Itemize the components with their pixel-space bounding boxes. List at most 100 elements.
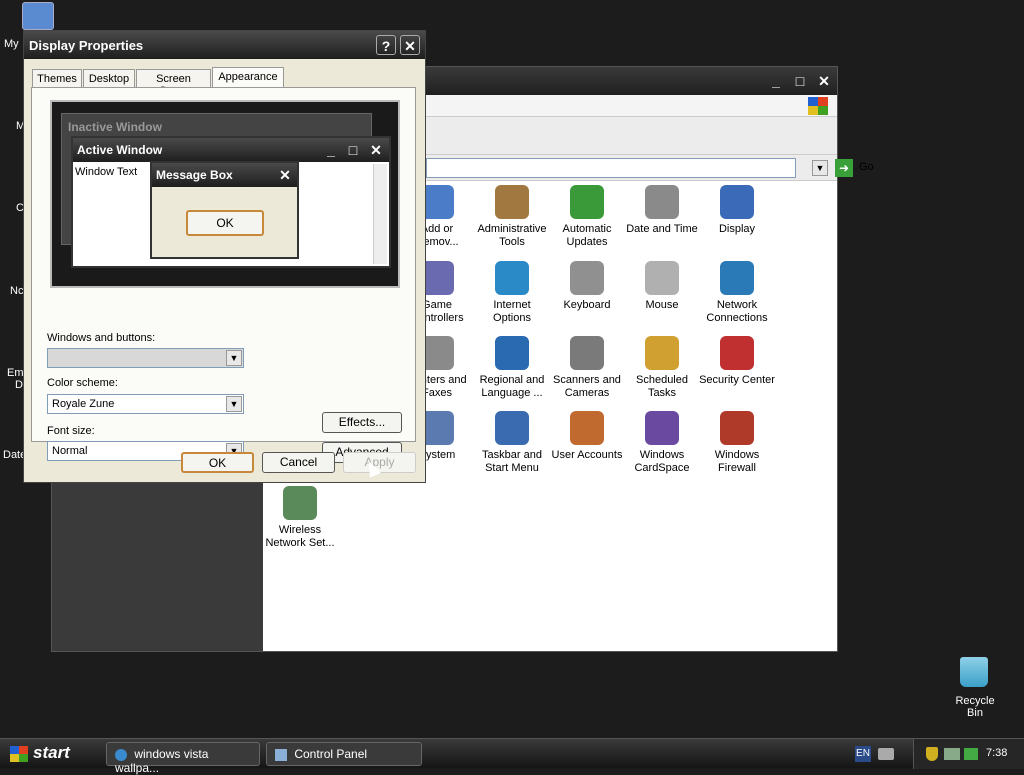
address-input[interactable] xyxy=(426,158,796,178)
control-panel-item[interactable]: Scanners and Cameras xyxy=(548,336,626,400)
desktop-partial-label: Nc xyxy=(10,285,24,297)
control-panel-item[interactable]: Date and Time xyxy=(623,185,701,236)
start-button[interactable]: start xyxy=(0,739,92,769)
control-panel-item-label: Wireless Network Set... xyxy=(265,524,335,549)
close-button[interactable]: ✕ xyxy=(814,71,834,91)
keyboard-icon[interactable] xyxy=(878,748,894,760)
cancel-button[interactable]: Cancel xyxy=(262,452,335,473)
windows-logo-icon xyxy=(10,746,28,762)
control-panel-item-label: Date and Time xyxy=(626,223,698,235)
message-box-title: Message Box xyxy=(156,168,233,182)
control-panel-item-label: Scheduled Tasks xyxy=(636,374,688,399)
desktop-icon-recycle-bin[interactable]: Recycle Bin xyxy=(940,655,1010,719)
color-scheme-select[interactable]: Royale Zune ▼ xyxy=(47,394,244,414)
control-panel-item-label: Keyboard xyxy=(563,299,611,311)
minimize-button[interactable]: _ xyxy=(766,71,786,91)
network-connections-icon xyxy=(720,261,754,295)
windows-firewall-icon xyxy=(720,411,754,445)
display-properties-dialog: Display Properties ? ✕ Themes Desktop Sc… xyxy=(23,30,426,483)
control-panel-item-label: Display xyxy=(718,223,756,235)
taskbar-button-control-panel[interactable]: Control Panel xyxy=(266,742,422,766)
security-shield-icon[interactable] xyxy=(926,747,938,761)
appearance-tab-pane: Inactive Window Active Window _ □ ✕ Wind… xyxy=(31,87,416,463)
message-box-ok-button: OK xyxy=(186,210,264,236)
cardspace-icon xyxy=(645,411,679,445)
security-center-icon xyxy=(720,336,754,370)
address-bar: ▼ ➜ Go xyxy=(424,155,874,181)
windows-buttons-label: Windows and buttons: xyxy=(47,332,156,344)
control-panel-item[interactable]: Automatic Updates xyxy=(548,185,626,249)
control-panel-item[interactable]: Scheduled Tasks xyxy=(623,336,701,400)
chevron-down-icon: ▼ xyxy=(226,396,242,412)
help-button[interactable]: ? xyxy=(376,35,396,55)
control-panel-item-label: Administrative Tools xyxy=(477,223,547,248)
control-panel-item[interactable]: Network Connections xyxy=(698,261,776,325)
control-panel-item[interactable]: Display xyxy=(698,185,776,236)
mouse-icon xyxy=(645,261,679,295)
chevron-down-icon: ▼ xyxy=(226,350,242,366)
language-indicator[interactable]: EN xyxy=(855,746,871,762)
control-panel-item[interactable]: Internet Options xyxy=(473,261,551,325)
color-scheme-value: Royale Zune xyxy=(52,398,115,410)
inactive-window-title: Inactive Window xyxy=(68,120,162,134)
browser-icon xyxy=(115,748,127,761)
control-panel-item[interactable]: Mouse xyxy=(623,261,701,312)
go-button[interactable]: ➜ Go xyxy=(835,159,875,177)
go-arrow-icon: ➜ xyxy=(835,159,853,177)
control-panel-item[interactable]: Windows Firewall xyxy=(698,411,776,475)
close-button[interactable]: ✕ xyxy=(400,35,420,55)
font-size-label: Font size: xyxy=(47,425,95,437)
windows-logo-icon xyxy=(808,97,828,115)
keyboard-icon xyxy=(570,261,604,295)
control-panel-item-label: Network Connections xyxy=(706,299,768,324)
user-accounts-icon xyxy=(570,411,604,445)
wireless-network-icon xyxy=(283,486,317,520)
close-icon: ✕ xyxy=(279,167,291,183)
taskbar-start-menu-icon xyxy=(495,411,529,445)
desktop-partial-label: D xyxy=(15,379,23,391)
taskbar-button-label: Control Panel xyxy=(294,747,368,761)
control-panel-icon xyxy=(275,748,287,761)
close-icon: ✕ xyxy=(370,142,382,158)
control-panel-item[interactable]: Keyboard xyxy=(548,261,626,312)
tab-appearance[interactable]: Appearance xyxy=(212,67,284,88)
desktop-partial-label: Em xyxy=(7,367,24,379)
tab-screen-saver[interactable]: Screen Saver xyxy=(136,69,211,97)
toolbar xyxy=(424,117,837,155)
system-tray: 7:38 xyxy=(913,739,1024,769)
display-icon xyxy=(720,185,754,219)
control-panel-item[interactable]: Taskbar and Start Menu xyxy=(473,411,551,475)
maximize-button[interactable]: □ xyxy=(790,71,810,91)
control-panel-item[interactable]: Administrative Tools xyxy=(473,185,551,249)
taskbar-button-label: windows vista wallpa... xyxy=(115,747,209,775)
effects-button[interactable]: Effects... xyxy=(322,412,402,433)
control-panel-item-label: Windows Firewall xyxy=(714,449,760,474)
ok-button[interactable]: OK xyxy=(181,452,254,473)
recycle-bin-icon xyxy=(960,657,988,687)
administrative-tools-icon xyxy=(495,185,529,219)
tab-themes[interactable]: Themes xyxy=(32,69,82,88)
color-scheme-label: Color scheme: xyxy=(47,377,118,389)
menu-bar xyxy=(424,95,837,117)
control-panel-item[interactable]: User Accounts xyxy=(548,411,626,462)
safely-remove-icon[interactable] xyxy=(964,748,978,760)
window-text: Window Text xyxy=(75,166,138,178)
active-window-title-bar: Active Window _ □ ✕ xyxy=(73,138,389,162)
clock[interactable]: 7:38 xyxy=(986,747,1007,759)
preview-scrollbar xyxy=(373,164,387,264)
dialog-title-bar[interactable]: Display Properties xyxy=(24,31,425,59)
network-icon[interactable] xyxy=(944,748,960,760)
control-panel-item[interactable]: Wireless Network Set... xyxy=(261,486,339,550)
taskbar: start windows vista wallpa... Control Pa… xyxy=(0,738,1024,775)
date-time-icon xyxy=(645,185,679,219)
tab-desktop[interactable]: Desktop xyxy=(83,69,135,88)
maximize-icon: □ xyxy=(348,142,358,158)
message-box-title-bar: Message Box ✕ xyxy=(152,163,297,187)
windows-buttons-select[interactable]: ▼ xyxy=(47,348,244,368)
control-panel-item[interactable]: Security Center xyxy=(698,336,776,387)
address-dropdown-button[interactable]: ▼ xyxy=(812,160,828,176)
control-panel-item[interactable]: Windows CardSpace xyxy=(623,411,701,475)
control-panel-item[interactable]: Regional and Language ... xyxy=(473,336,551,400)
control-panel-item-label: Automatic Updates xyxy=(562,223,612,248)
taskbar-button-browser[interactable]: windows vista wallpa... xyxy=(106,742,260,775)
